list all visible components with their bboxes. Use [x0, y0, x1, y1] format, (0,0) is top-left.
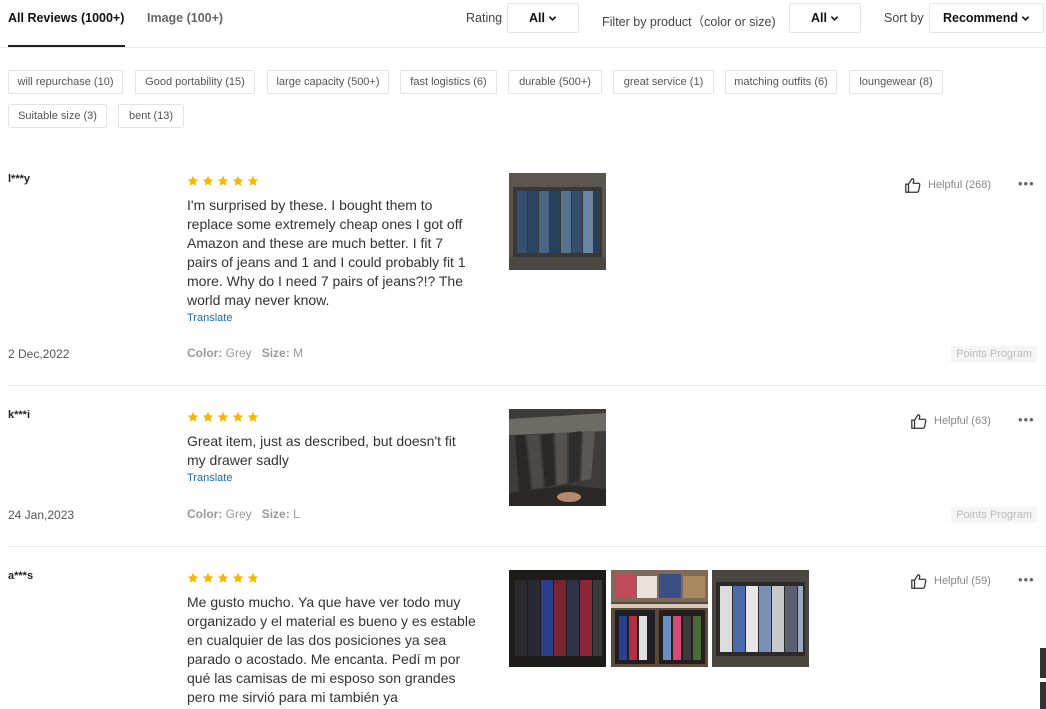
- reviewer-name: a***s: [8, 570, 34, 582]
- star-icon: [247, 572, 259, 583]
- star-icon: [232, 572, 244, 583]
- tab-all-reviews[interactable]: All Reviews (1000+): [8, 11, 124, 25]
- rating-select-value: All: [529, 11, 545, 25]
- tag-chip[interactable]: large capacity (500+): [267, 70, 389, 94]
- review-divider: [8, 385, 1046, 386]
- color-value: Grey: [225, 507, 252, 521]
- reviewer-name: l***y: [8, 173, 31, 185]
- star-icon: [202, 411, 214, 422]
- helpful-button[interactable]: Helpful (59): [910, 572, 991, 590]
- review-photo-thumbnail[interactable]: [509, 409, 606, 506]
- helpful-count: Helpful (63): [934, 415, 991, 427]
- review-text: I'm surprised by these. I bought them to…: [187, 197, 466, 308]
- star-icon: [217, 411, 229, 422]
- star-rating: [187, 175, 259, 187]
- points-program-badge: Points Program: [951, 346, 1037, 362]
- helpful-button[interactable]: Helpful (268): [904, 176, 991, 194]
- sort-select-value: Recommend: [942, 11, 1019, 25]
- tag-chip[interactable]: Suitable size (3): [8, 104, 107, 128]
- helpful-count: Helpful (268): [928, 179, 991, 191]
- reviewer-name: k***i: [8, 409, 31, 421]
- review-variant: Color: Grey Size: L: [187, 507, 300, 521]
- tag-chip[interactable]: loungewear (8): [849, 70, 943, 94]
- tag-chip[interactable]: great service (1): [613, 70, 714, 94]
- color-label: Color:: [187, 507, 223, 521]
- star-icon: [247, 411, 259, 422]
- star-icon: [187, 411, 199, 422]
- size-label: Size:: [261, 346, 290, 360]
- star-icon: [187, 175, 199, 186]
- photo-shirts-organizer: [712, 570, 809, 667]
- review-photo-thumbnail[interactable]: [509, 173, 606, 270]
- photo-empty-organizer: [509, 409, 606, 506]
- more-dots-icon[interactable]: •••: [1018, 176, 1035, 191]
- more-dots-icon[interactable]: •••: [1018, 412, 1035, 427]
- review-photo-thumbnail[interactable]: [712, 570, 809, 667]
- size-value: L: [293, 507, 300, 521]
- more-dots-icon[interactable]: •••: [1018, 572, 1035, 587]
- review-text: Great item, just as described, but doesn…: [187, 433, 456, 468]
- chevron-down-icon: [830, 15, 839, 21]
- helpful-count: Helpful (59): [934, 575, 991, 587]
- product-filter-select[interactable]: All: [789, 3, 861, 33]
- tag-chip[interactable]: will repurchase (10): [8, 70, 123, 94]
- star-icon: [217, 175, 229, 186]
- color-value: Grey: [225, 346, 252, 360]
- translate-link[interactable]: Translate: [187, 312, 232, 324]
- review-text: Me gusto mucho. Ya que have ver todo muy…: [187, 594, 476, 705]
- points-program-badge: Points Program: [951, 507, 1037, 523]
- photo-jeans-organizer: [509, 173, 606, 270]
- product-filter-label: Filter by product（color or size): [602, 15, 776, 29]
- star-rating: [187, 572, 259, 584]
- thumbs-up-icon: [911, 414, 927, 429]
- tag-chip[interactable]: bent (13): [118, 104, 184, 128]
- review-date: 2 Dec,2022: [8, 347, 70, 361]
- active-tab-underline: [8, 45, 125, 47]
- photo-closet-shelves: [611, 570, 708, 667]
- side-widget-edge[interactable]: [1040, 648, 1046, 678]
- chevron-down-icon: [1021, 15, 1030, 21]
- translate-link[interactable]: Translate: [187, 472, 232, 484]
- star-icon: [202, 572, 214, 583]
- review-date: 24 Jan,2023: [8, 508, 75, 522]
- star-icon: [187, 572, 199, 583]
- tab-image-reviews[interactable]: Image (100+): [147, 11, 223, 25]
- tag-chip[interactable]: fast logistics (6): [400, 70, 497, 94]
- review-divider: [8, 546, 1046, 547]
- tag-chip[interactable]: matching outfits (6): [725, 70, 837, 94]
- tag-chip[interactable]: durable (500+): [508, 70, 602, 94]
- product-filter-value: All: [811, 11, 827, 25]
- star-icon: [232, 175, 244, 186]
- thumbs-up-icon: [905, 178, 921, 193]
- review-photo-thumbnail[interactable]: [611, 570, 708, 667]
- star-icon: [247, 175, 259, 186]
- star-icon: [202, 175, 214, 186]
- helpful-button[interactable]: Helpful (63): [910, 412, 991, 430]
- rating-select[interactable]: All: [507, 3, 579, 33]
- star-icon: [217, 572, 229, 583]
- size-value: M: [293, 346, 304, 360]
- chevron-down-icon: [548, 15, 557, 21]
- sort-label: Sort by: [884, 11, 924, 25]
- sort-select[interactable]: Recommend: [929, 3, 1044, 33]
- review-photo-thumbnail[interactable]: [509, 570, 606, 667]
- star-icon: [232, 411, 244, 422]
- star-rating: [187, 411, 259, 423]
- review-filter-bar: All Reviews (1000+) Image (100+) Rating …: [0, 0, 1046, 48]
- thumbs-up-icon: [911, 574, 927, 589]
- tag-chip[interactable]: Good portability (15): [135, 70, 255, 94]
- photo-clothes-drawer: [509, 570, 606, 667]
- side-widget-edge[interactable]: [1040, 682, 1046, 709]
- color-label: Color:: [187, 346, 223, 360]
- review-variant: Color: Grey Size: M: [187, 346, 303, 360]
- rating-label: Rating: [466, 11, 503, 25]
- size-label: Size:: [261, 507, 290, 521]
